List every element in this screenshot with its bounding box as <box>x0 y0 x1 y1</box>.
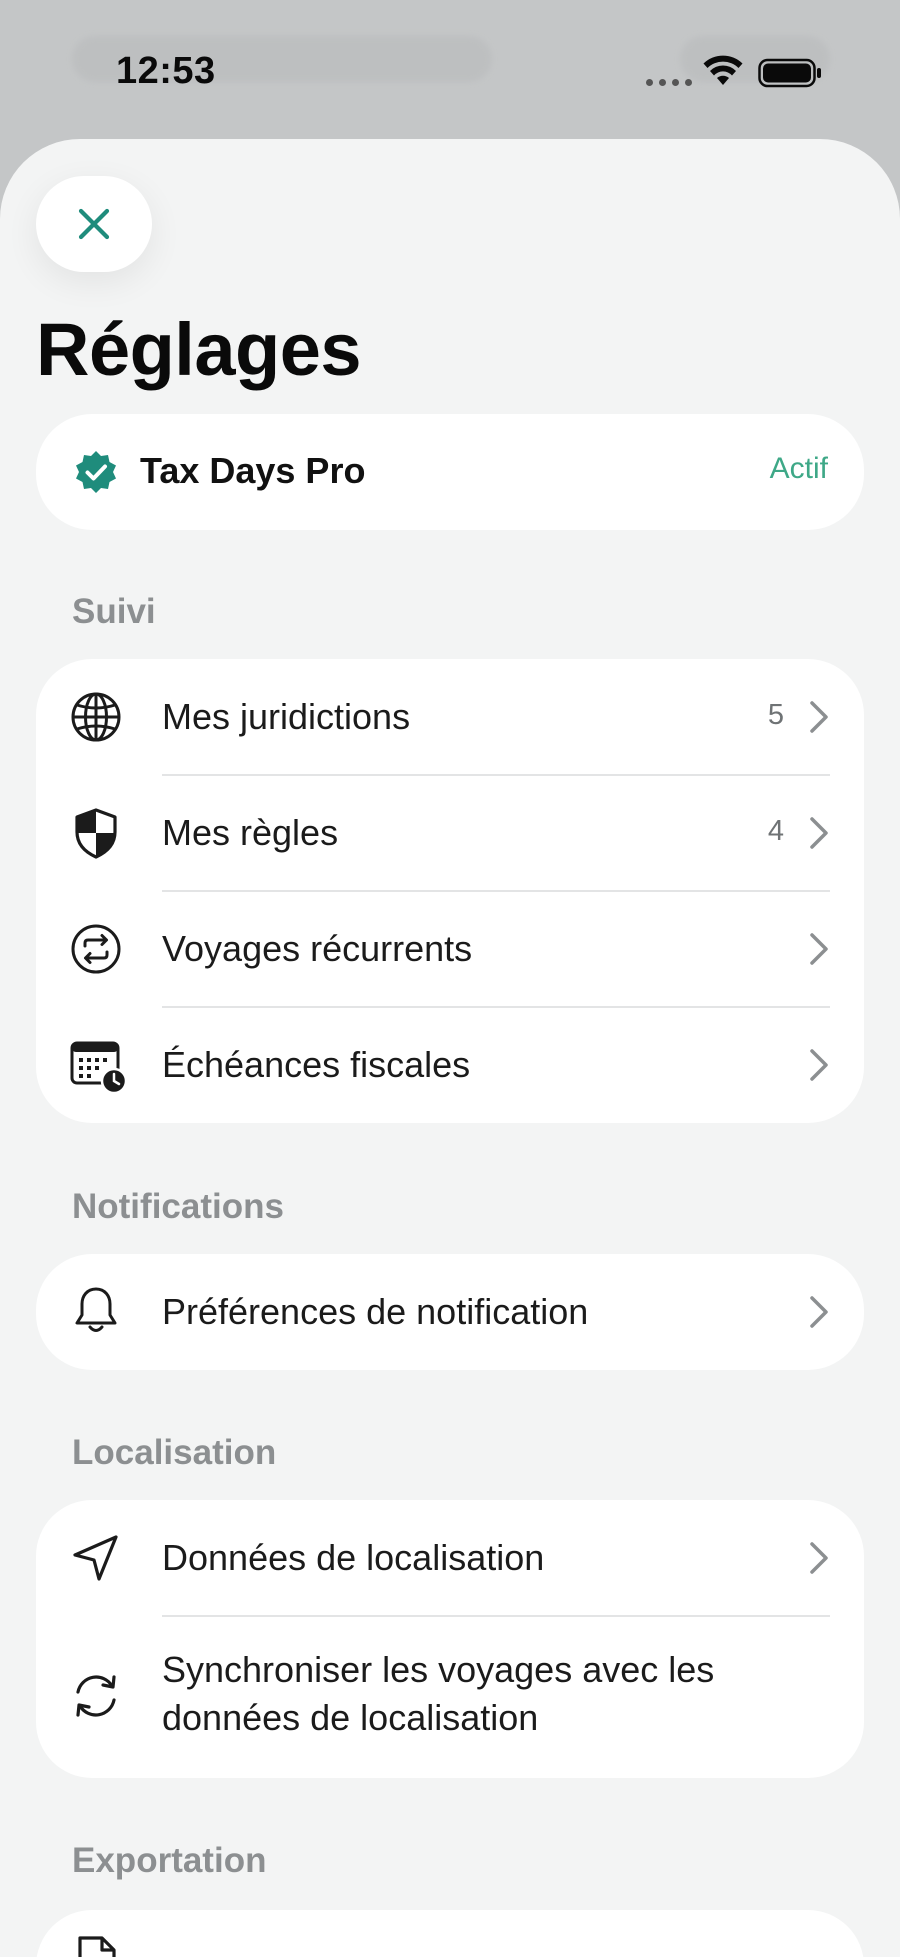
sync-icon <box>70 1670 122 1722</box>
row-label: Voyages récurrents <box>162 928 473 969</box>
close-button[interactable] <box>36 176 152 272</box>
location-card: Données de localisation Synchroniser les… <box>36 1500 864 1778</box>
location-arrow-icon <box>70 1532 122 1584</box>
status-time: 12:53 <box>116 50 216 92</box>
wifi-icon <box>703 55 743 85</box>
verified-badge-icon <box>76 451 116 493</box>
subscription-card[interactable]: Tax Days Pro Actif <box>36 414 864 530</box>
subscription-name: Tax Days Pro <box>140 450 366 491</box>
row-my-jurisdictions[interactable]: Mes juridictions 5 <box>36 659 864 775</box>
chevron-right-icon <box>806 1294 832 1330</box>
section-label-export: Exportation <box>72 1841 267 1880</box>
settings-sheet: Réglages Tax Days Pro Actif Suivi Mes ju… <box>0 139 900 1957</box>
calendar-clock-icon <box>70 1037 128 1095</box>
subscription-status: Actif <box>769 452 828 485</box>
row-label-line-1: Synchroniser les voyages avec les <box>162 1649 715 1690</box>
row-label-line-2: données de localisation <box>162 1697 539 1738</box>
page-title: Réglages <box>36 308 362 391</box>
chevron-right-icon <box>806 699 832 735</box>
row-my-rules[interactable]: Mes règles 4 <box>36 775 864 891</box>
row-label: Préférences de notification <box>162 1291 589 1332</box>
row-export[interactable] <box>36 1910 864 1957</box>
tracking-card: Mes juridictions 5 Mes règles 4 Voyages … <box>36 659 864 1123</box>
row-count: 5 <box>767 699 784 731</box>
row-tax-deadlines[interactable]: Échéances fiscales <box>36 1007 864 1123</box>
chevron-right-icon <box>806 931 832 967</box>
cellular-signal-icon <box>646 79 692 86</box>
row-label: Données de localisation <box>162 1537 545 1578</box>
row-recurring-trips[interactable]: Voyages récurrents <box>36 891 864 1007</box>
export-card <box>36 1910 864 1957</box>
battery-icon <box>758 58 821 88</box>
document-icon <box>70 1934 122 1957</box>
chevron-right-icon <box>806 815 832 851</box>
close-icon <box>78 208 110 240</box>
notifications-card: Préférences de notification <box>36 1254 864 1370</box>
row-label: Mes juridictions <box>162 696 411 737</box>
section-label-location: Localisation <box>72 1433 277 1472</box>
row-notification-preferences[interactable]: Préférences de notification <box>36 1254 864 1370</box>
row-count: 4 <box>767 815 784 847</box>
shield-icon <box>70 807 122 859</box>
chevron-right-icon <box>806 1047 832 1083</box>
bell-icon <box>70 1284 122 1336</box>
status-bar: 12:53 <box>0 0 900 130</box>
row-label: Synchroniser les voyages avec les donnée… <box>162 1646 714 1742</box>
globe-icon <box>70 691 122 743</box>
chevron-right-icon <box>806 1540 832 1576</box>
row-location-data[interactable]: Données de localisation <box>36 1500 864 1616</box>
row-label: Échéances fiscales <box>162 1044 471 1085</box>
section-label-notifications: Notifications <box>72 1187 284 1226</box>
row-label: Mes règles <box>162 812 339 853</box>
section-label-tracking: Suivi <box>72 592 156 631</box>
row-sync-trips-location[interactable]: Synchroniser les voyages avec les donnée… <box>36 1616 864 1778</box>
repeat-icon <box>70 923 122 975</box>
